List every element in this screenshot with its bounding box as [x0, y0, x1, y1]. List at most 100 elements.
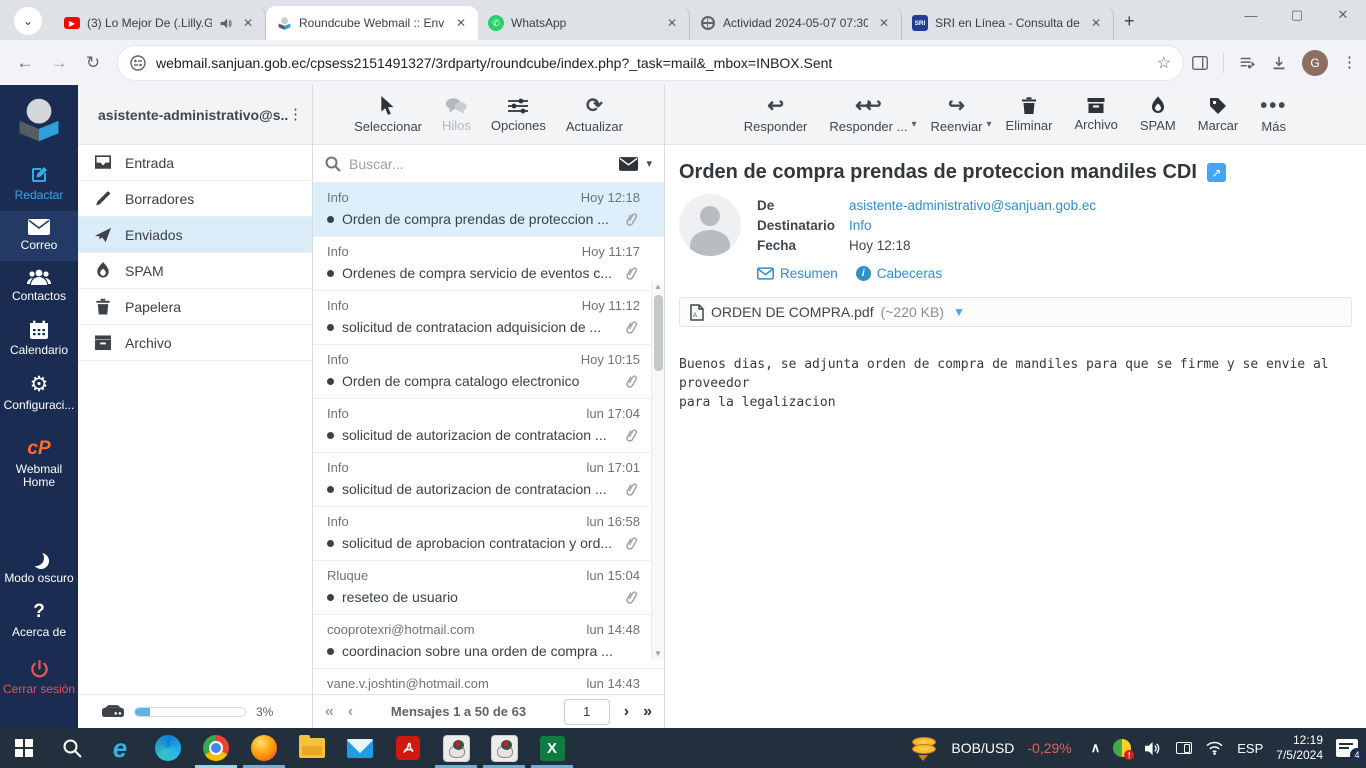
side-panel-icon[interactable]	[1191, 54, 1209, 72]
message-row[interactable]: vane.v.joshtin@hotmail.com lun 14:43	[313, 669, 664, 694]
window-minimize-button[interactable]: —	[1228, 0, 1274, 30]
scroll-up-icon[interactable]: ▲	[654, 281, 662, 293]
message-row[interactable]: Rluque lun 15:04 reseteo de usuario	[313, 561, 664, 615]
folder-drafts[interactable]: Borradores	[78, 181, 312, 217]
headers-link[interactable]: i Cabeceras	[855, 266, 942, 281]
attachment-menu-icon[interactable]: ▼	[953, 305, 965, 319]
taskbar-search-button[interactable]	[48, 728, 96, 768]
tab-sri[interactable]: SRI SRI en Línea - Consulta de R ✕	[902, 6, 1114, 40]
search-input[interactable]	[349, 155, 612, 172]
sidebar-item-mail[interactable]: Correo	[0, 211, 78, 261]
taskbar-firefox[interactable]	[240, 728, 288, 768]
delete-button[interactable]: Eliminar	[996, 96, 1063, 133]
taskbar-file-explorer[interactable]	[288, 728, 336, 768]
attachment-bar[interactable]: A ORDEN DE COMPRA.pdf (~220 KB) ▼	[679, 297, 1352, 327]
browser-menu-icon[interactable]: ⋮	[1342, 55, 1357, 70]
taskbar-acrobat[interactable]	[384, 728, 432, 768]
downloads-icon[interactable]	[1270, 54, 1288, 72]
close-icon[interactable]: ✕	[1087, 14, 1105, 32]
next-page-icon[interactable]: ›	[624, 703, 629, 721]
scrollbar-thumb[interactable]	[653, 295, 663, 371]
site-info-icon[interactable]	[130, 54, 146, 71]
message-row[interactable]: Info Hoy 10:15 Orden de compra catalogo e…	[313, 345, 664, 399]
profile-avatar[interactable]: G	[1302, 49, 1328, 76]
sidebar-item-calendar[interactable]: Calendario	[0, 312, 78, 366]
clock[interactable]: 12:19 7/5/2024	[1276, 733, 1323, 763]
select-button[interactable]: Seleccionar	[344, 95, 432, 134]
wifi-icon[interactable]	[1205, 741, 1224, 755]
your-phone-icon[interactable]	[1176, 742, 1193, 754]
close-icon[interactable]: ✕	[239, 14, 257, 32]
prev-page-icon[interactable]: ‹	[348, 703, 353, 721]
sidebar-item-compose[interactable]: Redactar	[0, 157, 78, 211]
ticker-change[interactable]: -0,29%	[1027, 740, 1071, 756]
list-scrollbar[interactable]: ▲ ▼	[651, 281, 664, 660]
folder-spam[interactable]: SPAM	[78, 253, 312, 289]
sidebar-item-logout[interactable]: Cerrar sesión	[0, 652, 78, 705]
page-number-input[interactable]	[563, 698, 610, 725]
tray-expand-icon[interactable]: ∧	[1091, 740, 1101, 756]
last-page-icon[interactable]: »	[643, 703, 652, 721]
message-row[interactable]: Info Hoy 12:18 Orden de compra prendas de…	[313, 183, 664, 237]
sidebar-item-webmail-home[interactable]: cP Webmail Home	[0, 431, 78, 498]
attachment-name[interactable]: ORDEN DE COMPRA.pdf	[711, 304, 874, 320]
sidebar-item-dark-mode[interactable]: Modo oscuro	[0, 540, 78, 594]
message-row[interactable]: Info lun 16:58 solicitud de aprobacion co…	[313, 507, 664, 561]
window-close-button[interactable]: ✕	[1320, 0, 1366, 30]
message-row[interactable]: Info Hoy 11:12 solicitud de contratacion …	[313, 291, 664, 345]
bookmark-star-icon[interactable]: ☆	[1157, 53, 1171, 73]
coins-ticker-icon[interactable]	[912, 737, 938, 761]
archive-button[interactable]: Archivo	[1065, 97, 1128, 132]
speaker-icon[interactable]	[1144, 741, 1163, 756]
folder-sent[interactable]: Enviados	[78, 217, 312, 253]
media-controls-icon[interactable]	[1238, 54, 1256, 72]
reply-all-menu-icon[interactable]: ▾	[911, 119, 916, 130]
taskbar-edge[interactable]	[144, 728, 192, 768]
reply-button[interactable]: ↩ Responder	[734, 96, 818, 134]
spam-button[interactable]: SPAM	[1130, 96, 1186, 133]
tab-youtube[interactable]: ▶ (3) Lo Mejor De (.Lilly.Go ✕	[54, 6, 266, 40]
close-icon[interactable]: ✕	[875, 14, 893, 32]
tab-whatsapp[interactable]: ✆ WhatsApp ✕	[478, 6, 690, 40]
forward-icon[interactable]: →	[42, 46, 76, 80]
summary-link[interactable]: Resumen	[757, 266, 838, 281]
message-row[interactable]: cooprotexri@hotmail.com lun 14:48 coordin…	[313, 615, 664, 669]
search-options-chevron-icon[interactable]: ▾	[646, 157, 652, 170]
scroll-down-icon[interactable]: ▼	[654, 648, 662, 660]
tab-audio-icon[interactable]	[219, 17, 232, 30]
antivirus-icon[interactable]	[1113, 739, 1135, 760]
open-in-new-window-icon[interactable]: ↗	[1206, 163, 1226, 182]
tab-roundcube[interactable]: Roundcube Webmail :: Envia ✕	[266, 6, 478, 40]
forward-button[interactable]: ↪ Reenviar	[920, 96, 992, 134]
message-row[interactable]: Info lun 17:04 solicitud de autorizacion …	[313, 399, 664, 453]
taskbar-chrome[interactable]	[192, 728, 240, 768]
from-address[interactable]: asistente-administrativo@sanjuan.gob.ec	[849, 198, 1096, 213]
taskbar-mail[interactable]	[336, 728, 384, 768]
folder-options-icon[interactable]: ⋮	[288, 107, 303, 122]
back-icon[interactable]: ←	[8, 46, 42, 80]
taskbar-ie[interactable]: e	[96, 728, 144, 768]
to-address[interactable]: Info	[849, 218, 1096, 233]
mail-scope-icon[interactable]	[619, 156, 639, 171]
reload-icon[interactable]: ↻	[76, 46, 110, 80]
taskbar-app-bird-1[interactable]	[432, 728, 480, 768]
folder-archive[interactable]: Archivo	[78, 325, 312, 361]
new-tab-button[interactable]: +	[1124, 11, 1135, 32]
ticker-pair[interactable]: BOB/USD	[951, 740, 1014, 756]
options-button[interactable]: Opciones	[481, 97, 556, 133]
reply-all-button[interactable]: ↩↩ Responder ...	[819, 96, 917, 134]
sidebar-item-contacts[interactable]: Contactos	[0, 261, 78, 312]
more-button[interactable]: ••• Más	[1250, 96, 1297, 134]
forward-menu-icon[interactable]: ▾	[987, 119, 992, 130]
start-button[interactable]	[0, 728, 48, 768]
refresh-button[interactable]: ⟳ Actualizar	[556, 96, 633, 134]
first-page-icon[interactable]: «	[325, 703, 334, 721]
close-icon[interactable]: ✕	[452, 14, 470, 32]
language-indicator[interactable]: ESP	[1237, 741, 1263, 756]
tab-actividad[interactable]: Actividad 2024-05-07 07:30: ✕	[690, 6, 902, 40]
notification-center-icon[interactable]: 4	[1336, 739, 1364, 762]
message-row[interactable]: Info lun 17:01 solicitud de autorizacion …	[313, 453, 664, 507]
url-text[interactable]: webmail.sanjuan.gob.ec/cpsess2151491327/…	[156, 55, 1157, 71]
folder-inbox[interactable]: Entrada	[78, 145, 312, 181]
address-bar[interactable]: webmail.sanjuan.gob.ec/cpsess2151491327/…	[118, 45, 1183, 80]
